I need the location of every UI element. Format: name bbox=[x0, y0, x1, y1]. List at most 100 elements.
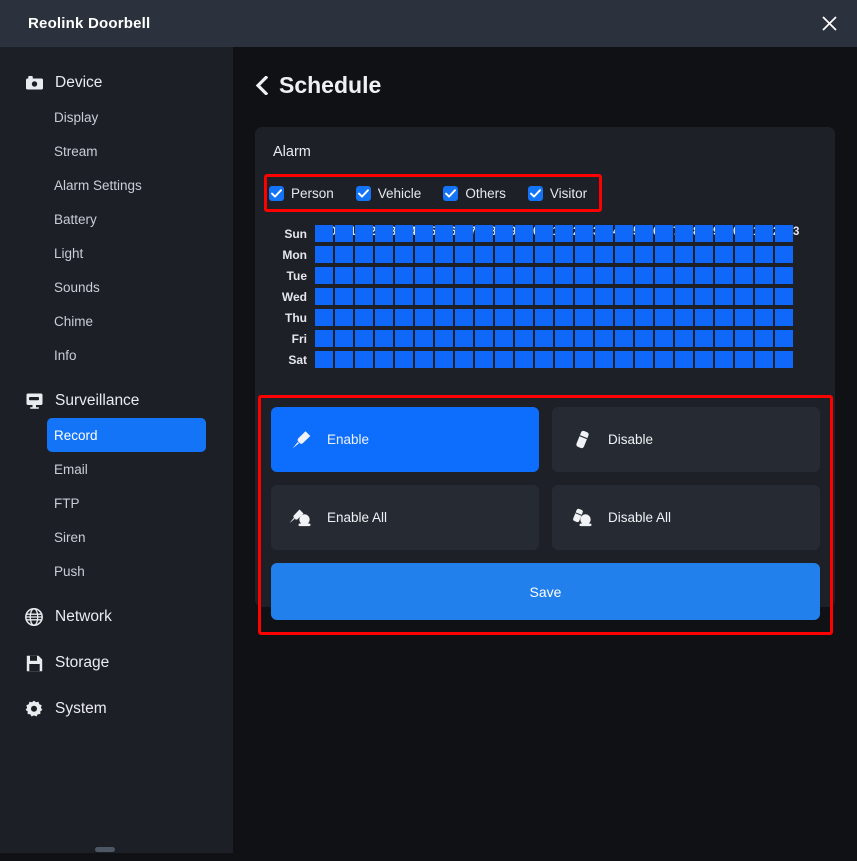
schedule-cell[interactable] bbox=[595, 267, 613, 284]
schedule-cell[interactable] bbox=[595, 330, 613, 347]
schedule-cell[interactable] bbox=[535, 309, 553, 326]
schedule-cell[interactable] bbox=[555, 351, 573, 368]
schedule-cell[interactable] bbox=[575, 351, 593, 368]
schedule-cell[interactable] bbox=[555, 288, 573, 305]
schedule-cell[interactable] bbox=[695, 246, 713, 263]
schedule-cell[interactable] bbox=[335, 351, 353, 368]
sidebar-item-ftp[interactable]: FTP bbox=[47, 486, 206, 520]
schedule-cell[interactable] bbox=[715, 225, 733, 242]
sidebar-group-storage[interactable]: Storage bbox=[0, 646, 233, 680]
schedule-cell[interactable] bbox=[675, 288, 693, 305]
schedule-cell[interactable] bbox=[715, 267, 733, 284]
schedule-cell[interactable] bbox=[575, 267, 593, 284]
schedule-cell[interactable] bbox=[435, 351, 453, 368]
schedule-cell[interactable] bbox=[435, 288, 453, 305]
schedule-cell[interactable] bbox=[715, 330, 733, 347]
schedule-cell[interactable] bbox=[495, 288, 513, 305]
schedule-cell[interactable] bbox=[435, 267, 453, 284]
sidebar-item-display[interactable]: Display bbox=[47, 100, 206, 134]
schedule-cell[interactable] bbox=[455, 330, 473, 347]
sidebar-item-push[interactable]: Push bbox=[47, 554, 206, 588]
schedule-cell[interactable] bbox=[555, 330, 573, 347]
schedule-cell[interactable] bbox=[575, 225, 593, 242]
schedule-cell[interactable] bbox=[355, 225, 373, 242]
schedule-cell[interactable] bbox=[415, 288, 433, 305]
schedule-cell[interactable] bbox=[575, 288, 593, 305]
schedule-cell[interactable] bbox=[575, 309, 593, 326]
schedule-cell[interactable] bbox=[355, 288, 373, 305]
schedule-cell[interactable] bbox=[335, 309, 353, 326]
schedule-row-thu[interactable]: Thu bbox=[269, 307, 795, 328]
schedule-cell[interactable] bbox=[575, 246, 593, 263]
schedule-cell[interactable] bbox=[735, 309, 753, 326]
schedule-cell[interactable] bbox=[735, 351, 753, 368]
schedule-cell[interactable] bbox=[555, 225, 573, 242]
schedule-cell[interactable] bbox=[375, 309, 393, 326]
schedule-cell[interactable] bbox=[715, 309, 733, 326]
schedule-cell[interactable] bbox=[455, 267, 473, 284]
schedule-cell[interactable] bbox=[495, 351, 513, 368]
schedule-cell[interactable] bbox=[535, 225, 553, 242]
schedule-cell[interactable] bbox=[395, 225, 413, 242]
schedule-cell[interactable] bbox=[635, 288, 653, 305]
schedule-cell[interactable] bbox=[695, 330, 713, 347]
schedule-cell[interactable] bbox=[535, 267, 553, 284]
schedule-cell[interactable] bbox=[675, 267, 693, 284]
schedule-cell[interactable] bbox=[595, 288, 613, 305]
schedule-cell[interactable] bbox=[515, 351, 533, 368]
schedule-cell[interactable] bbox=[755, 288, 773, 305]
checkbox-others[interactable]: Others bbox=[443, 185, 506, 201]
schedule-cell[interactable] bbox=[635, 246, 653, 263]
schedule-cell[interactable] bbox=[475, 267, 493, 284]
schedule-cell[interactable] bbox=[395, 351, 413, 368]
schedule-cell[interactable] bbox=[375, 225, 393, 242]
schedule-row-cells[interactable] bbox=[315, 246, 795, 263]
schedule-cell[interactable] bbox=[715, 351, 733, 368]
schedule-cell[interactable] bbox=[595, 225, 613, 242]
schedule-cell[interactable] bbox=[735, 246, 753, 263]
schedule-cell[interactable] bbox=[315, 288, 333, 305]
schedule-row-sat[interactable]: Sat bbox=[269, 349, 795, 370]
schedule-cell[interactable] bbox=[675, 330, 693, 347]
sidebar-item-alarm-settings[interactable]: Alarm Settings bbox=[47, 168, 206, 202]
schedule-cell[interactable] bbox=[455, 351, 473, 368]
schedule-cell[interactable] bbox=[635, 267, 653, 284]
sidebar-horizontal-scrollbar[interactable] bbox=[0, 845, 233, 853]
schedule-cell[interactable] bbox=[335, 330, 353, 347]
sidebar-item-stream[interactable]: Stream bbox=[47, 134, 206, 168]
sidebar-item-email[interactable]: Email bbox=[47, 452, 206, 486]
save-button[interactable]: Save bbox=[271, 563, 820, 620]
schedule-cell[interactable] bbox=[615, 309, 633, 326]
schedule-cell[interactable] bbox=[315, 330, 333, 347]
schedule-cell[interactable] bbox=[575, 330, 593, 347]
schedule-row-wed[interactable]: Wed bbox=[269, 286, 795, 307]
schedule-cell[interactable] bbox=[775, 267, 793, 284]
schedule-cell[interactable] bbox=[495, 246, 513, 263]
schedule-cell[interactable] bbox=[375, 267, 393, 284]
schedule-cell[interactable] bbox=[335, 246, 353, 263]
schedule-row-cells[interactable] bbox=[315, 225, 795, 242]
schedule-cell[interactable] bbox=[435, 309, 453, 326]
schedule-cell[interactable] bbox=[355, 351, 373, 368]
schedule-row-mon[interactable]: Mon bbox=[269, 244, 795, 265]
schedule-cell[interactable] bbox=[675, 246, 693, 263]
schedule-cell[interactable] bbox=[515, 288, 533, 305]
schedule-cell[interactable] bbox=[695, 225, 713, 242]
schedule-cell[interactable] bbox=[415, 351, 433, 368]
enable-button[interactable]: Enable bbox=[271, 407, 539, 472]
schedule-cell[interactable] bbox=[615, 267, 633, 284]
close-button[interactable] bbox=[801, 0, 857, 47]
schedule-cell[interactable] bbox=[395, 267, 413, 284]
schedule-cell[interactable] bbox=[415, 246, 433, 263]
schedule-cell[interactable] bbox=[495, 309, 513, 326]
sidebar-item-siren[interactable]: Siren bbox=[47, 520, 206, 554]
schedule-cell[interactable] bbox=[435, 246, 453, 263]
schedule-cell[interactable] bbox=[455, 225, 473, 242]
schedule-cell[interactable] bbox=[315, 351, 333, 368]
schedule-cell[interactable] bbox=[555, 267, 573, 284]
schedule-cell[interactable] bbox=[615, 330, 633, 347]
schedule-cell[interactable] bbox=[635, 225, 653, 242]
schedule-cell[interactable] bbox=[355, 330, 373, 347]
schedule-cell[interactable] bbox=[395, 288, 413, 305]
sidebar-item-light[interactable]: Light bbox=[47, 236, 206, 270]
